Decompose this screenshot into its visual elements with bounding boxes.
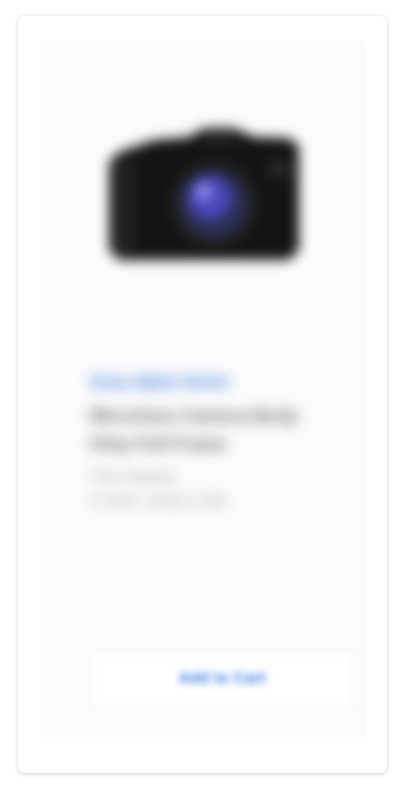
product-card-body: Sony Alpha Series Mirrorless Camera Body… <box>40 40 365 737</box>
stock-info: In stock, ready to ship <box>90 492 227 508</box>
product-card: Sony Alpha Series Mirrorless Camera Body… <box>18 16 387 773</box>
camera-icon[interactable] <box>84 102 314 302</box>
add-to-cart-button[interactable]: Add to Cart <box>90 650 354 708</box>
product-title[interactable]: Mirrorless Camera Body Only Full Frame <box>90 402 300 458</box>
product-info: Sony Alpha Series Mirrorless Camera Body… <box>90 374 300 512</box>
brand-link[interactable]: Sony Alpha Series <box>90 374 300 392</box>
shipping-info: Free shipping <box>90 468 175 484</box>
add-to-cart-label: Add to Cart <box>178 670 266 687</box>
